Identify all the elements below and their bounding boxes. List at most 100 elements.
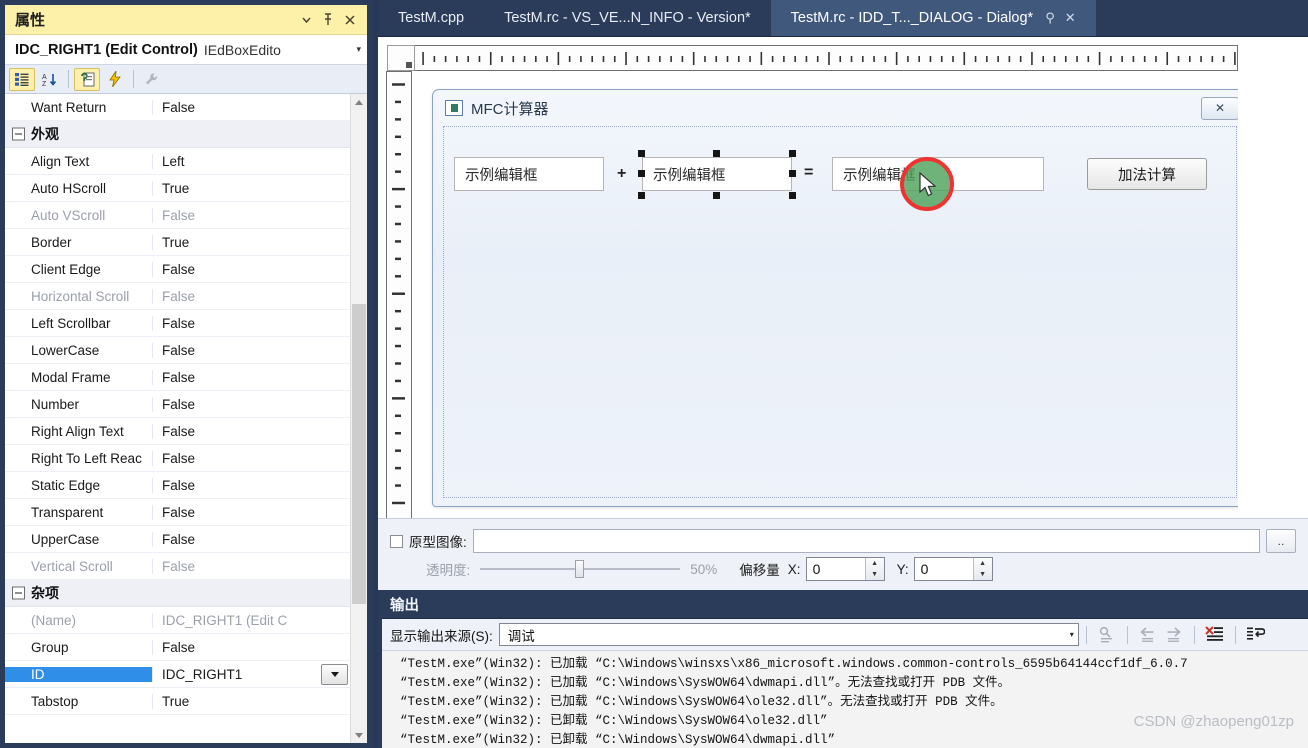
property-row[interactable]: Modal Frame False (5, 364, 351, 391)
clear-all-icon[interactable] (1202, 623, 1228, 647)
categorized-view-icon[interactable] (9, 67, 35, 91)
property-value[interactable]: True (153, 181, 351, 196)
property-value[interactable]: False (153, 397, 351, 412)
operator-equals[interactable]: = (804, 164, 813, 182)
spin-down-icon[interactable]: ▼ (866, 569, 884, 580)
offset-x-spinner[interactable]: 0 ▲ ▼ (805, 557, 885, 581)
pin-icon[interactable] (317, 9, 339, 31)
property-value[interactable]: False (153, 208, 351, 223)
spin-up-icon[interactable]: ▲ (974, 558, 992, 569)
scroll-down-icon[interactable] (351, 727, 367, 743)
properties-grid-scrollbar[interactable] (350, 94, 367, 743)
property-value[interactable]: False (153, 370, 351, 385)
property-value[interactable]: False (153, 316, 351, 331)
property-row[interactable]: Number False (5, 391, 351, 418)
property-value[interactable]: True (153, 235, 351, 250)
property-row[interactable]: Auto VScroll False (5, 202, 351, 229)
mfc-dialog-preview[interactable]: MFC计算器 ✕ 示例编辑框 + 示例编辑框 = 示例编辑框 加法计算 (432, 89, 1238, 507)
property-value[interactable]: False (153, 640, 351, 655)
selection-handle[interactable] (713, 150, 720, 157)
property-row[interactable]: Border True (5, 229, 351, 256)
property-row[interactable]: Right To Left Reac False (5, 445, 351, 472)
offset-y-spin-buttons[interactable]: ▲ ▼ (972, 558, 992, 580)
alphabetical-sort-icon[interactable]: A Z (37, 68, 63, 91)
selection-handle[interactable] (638, 170, 645, 177)
property-value[interactable]: False (153, 424, 351, 439)
spin-up-icon[interactable]: ▲ (866, 558, 884, 569)
property-row[interactable]: Right Align Text False (5, 418, 351, 445)
properties-object-selector[interactable]: IDC_RIGHT1 (Edit Control) IEdBoxEdito ▾ (5, 35, 367, 65)
property-row[interactable]: LowerCase False (5, 337, 351, 364)
document-tab[interactable]: TestM.rc - VS_VE...N_INFO - Version* (484, 0, 771, 36)
toggle-word-wrap-icon[interactable] (1243, 623, 1269, 647)
output-log[interactable]: “TestM.exe”(Win32): 已加载 “C:\Windows\wins… (382, 651, 1308, 748)
offset-x-value[interactable]: 0 (807, 561, 865, 577)
offset-y-spinner[interactable]: 0 ▲ ▼ (913, 557, 993, 581)
close-icon[interactable]: ✕ (1065, 10, 1076, 26)
property-row[interactable]: Left Scrollbar False (5, 310, 351, 337)
property-value[interactable]: False (153, 478, 351, 493)
properties-icon[interactable] (74, 67, 100, 91)
calc-button[interactable]: 加法计算 (1087, 158, 1207, 190)
edit-middle[interactable]: 示例编辑框 (642, 157, 792, 191)
properties-category-row[interactable]: 杂项 (5, 580, 351, 607)
selection-handle[interactable] (789, 170, 796, 177)
dialog-client-area[interactable]: 示例编辑框 + 示例编辑框 = 示例编辑框 加法计算 (443, 126, 1237, 498)
property-row[interactable]: Want Return False (5, 94, 351, 121)
go-to-previous-icon[interactable] (1135, 623, 1161, 647)
property-row[interactable]: Horizontal Scroll False (5, 283, 351, 310)
document-tab[interactable]: TestM.cpp (378, 0, 484, 36)
property-row[interactable]: ID IDC_RIGHT1 (5, 661, 351, 688)
property-value[interactable]: False (153, 100, 351, 115)
scroll-up-icon[interactable] (351, 94, 367, 110)
property-row[interactable]: Auto HScroll True (5, 175, 351, 202)
property-row[interactable]: Group False (5, 634, 351, 661)
collapse-icon[interactable] (12, 586, 25, 600)
chevron-down-icon[interactable] (295, 9, 317, 31)
collapse-icon[interactable] (12, 127, 25, 141)
selection-handle[interactable] (638, 150, 645, 157)
design-surface[interactable]: MFC计算器 ✕ 示例编辑框 + 示例编辑框 = 示例编辑框 加法计算 (424, 79, 1238, 580)
property-row[interactable]: Transparent False (5, 499, 351, 526)
scrollbar-thumb[interactable] (352, 304, 366, 604)
offset-x-spin-buttons[interactable]: ▲ ▼ (864, 558, 884, 580)
selection-handle[interactable] (789, 150, 796, 157)
slider-thumb[interactable] (575, 560, 585, 578)
offset-y-value[interactable]: 0 (915, 561, 973, 577)
property-row[interactable]: UpperCase False (5, 526, 351, 553)
property-value[interactable]: False (153, 559, 351, 574)
go-to-next-icon[interactable] (1161, 623, 1187, 647)
property-row[interactable]: Vertical Scroll False (5, 553, 351, 580)
output-source-combobox[interactable]: 调试 ▾ (498, 623, 1079, 646)
property-row[interactable]: Static Edge False (5, 472, 351, 499)
property-value[interactable]: False (153, 289, 351, 304)
selection-handle[interactable] (713, 192, 720, 199)
property-value[interactable]: Left (153, 154, 351, 169)
property-value[interactable]: False (153, 343, 351, 358)
document-tab[interactable]: TestM.rc - IDD_T..._DIALOG - Dialog* ⚲ ✕ (770, 0, 1096, 36)
property-value[interactable]: False (153, 451, 351, 466)
selection-handle[interactable] (789, 192, 796, 199)
property-row[interactable]: Tabstop True (5, 688, 351, 715)
property-pages-icon[interactable] (139, 68, 165, 91)
property-dropdown-button[interactable] (321, 663, 348, 685)
property-value[interactable]: False (153, 262, 351, 277)
selection-handle[interactable] (638, 192, 645, 199)
property-value[interactable]: True (153, 694, 351, 709)
property-row[interactable]: (Name) IDC_RIGHT1 (Edit C (5, 607, 351, 634)
operator-plus[interactable]: + (617, 165, 626, 183)
prototype-image-checkbox[interactable] (390, 534, 403, 548)
find-message-icon[interactable] (1094, 623, 1120, 647)
property-value[interactable]: False (153, 532, 351, 547)
chevron-down-icon[interactable]: ▾ (353, 44, 361, 55)
transparency-slider[interactable] (480, 559, 681, 579)
edit-left[interactable]: 示例编辑框 (454, 157, 604, 191)
chevron-down-icon[interactable]: ▾ (1070, 630, 1074, 639)
property-value[interactable]: IDC_RIGHT1 (Edit C (153, 613, 351, 628)
events-icon[interactable] (102, 68, 128, 91)
spin-down-icon[interactable]: ▼ (974, 569, 992, 580)
property-row[interactable]: Align Text Left (5, 148, 351, 175)
close-icon[interactable] (339, 9, 361, 31)
properties-category-row[interactable]: 外观 (5, 121, 351, 148)
property-value[interactable]: False (153, 505, 351, 520)
